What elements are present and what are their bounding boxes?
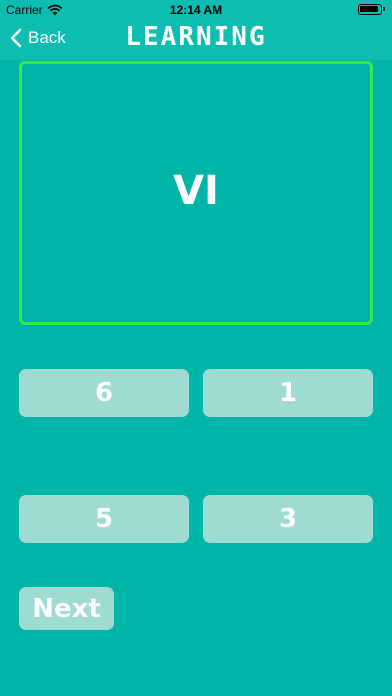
answer-button-1[interactable]: 6 (19, 369, 189, 417)
learning-screen: Carrier 12:14 AM Back LEARNING VI 6 1 5 … (0, 0, 392, 696)
answer-button-4[interactable]: 3 (203, 495, 373, 543)
battery-icon (358, 4, 385, 15)
status-time: 12:14 AM (169, 3, 223, 17)
answer-button-3[interactable]: 5 (19, 495, 189, 543)
question-card: VI (19, 61, 373, 325)
answer-button-2[interactable]: 1 (203, 369, 373, 417)
next-button[interactable]: Next (19, 587, 114, 630)
status-bar: Carrier 12:14 AM (0, 0, 392, 20)
question-numeral: VI (173, 168, 219, 214)
page-title: LEARNING (125, 22, 267, 52)
navigation-bar: Back LEARNING (0, 20, 392, 61)
